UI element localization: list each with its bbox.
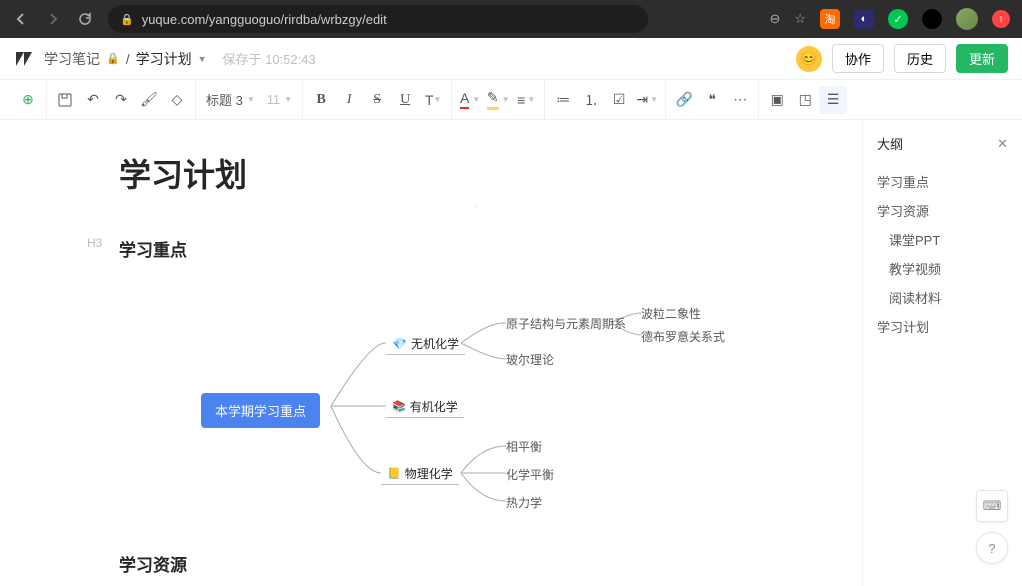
section-heading-1[interactable]: H3 学习重点 xyxy=(111,236,751,261)
mindmap-leaf[interactable]: 热力学 xyxy=(506,494,542,511)
outline-item[interactable]: 课堂PPT xyxy=(877,225,1008,254)
undo-button[interactable]: ↶ xyxy=(79,86,107,114)
font-size-dropdown[interactable]: 11▼ xyxy=(261,92,298,107)
back-button[interactable] xyxy=(12,10,30,28)
forward-button[interactable] xyxy=(44,10,62,28)
unordered-list-button[interactable]: ≔ xyxy=(549,86,577,114)
extension-icon-5[interactable]: ↑ xyxy=(992,10,1010,28)
add-block-button[interactable]: ⊕ xyxy=(14,86,42,114)
mindmap-leaf[interactable]: 原子结构与元素周期系 xyxy=(506,315,626,332)
keyboard-shortcut-button[interactable]: ⌨ xyxy=(976,490,1008,522)
section-heading-2[interactable]: 学习资源 xyxy=(111,551,751,576)
strikethrough-button[interactable]: S xyxy=(363,86,391,114)
outline-item[interactable]: 阅读材料 xyxy=(877,283,1008,312)
profile-avatar[interactable] xyxy=(956,8,978,30)
mindmap-leaf[interactable]: 波粒二象性 xyxy=(641,305,701,322)
extension-icon-2[interactable]: ◐ xyxy=(854,9,874,29)
align-button[interactable]: ≡▼ xyxy=(512,86,540,114)
outline-toggle-button[interactable]: ☰ xyxy=(819,86,847,114)
mindmap-root-node[interactable]: 本学期学习重点 xyxy=(201,393,320,428)
image-button[interactable]: ▣ xyxy=(763,86,791,114)
url-text: yuque.com/yangguoguo/rirdba/wrbzgy/edit xyxy=(142,12,387,27)
heading-dropdown[interactable]: 标题 3▼ xyxy=(200,90,261,109)
quote-button[interactable]: ❝ xyxy=(698,86,726,114)
mindmap-leaf[interactable]: 相平衡 xyxy=(506,438,542,455)
ordered-list-button[interactable]: ⒈ xyxy=(577,86,605,114)
breadcrumb: 学习笔记 🔒 / 学习计划 ▼ xyxy=(44,49,207,69)
help-button[interactable]: ? xyxy=(976,532,1008,564)
lock-icon: 🔒 xyxy=(120,13,134,26)
underline-button[interactable]: U xyxy=(391,86,419,114)
lock-small-icon: 🔒 xyxy=(106,52,120,65)
outline-item[interactable]: 教学视频 xyxy=(877,254,1008,283)
mindmap-branch-1[interactable]: 💎无机化学 xyxy=(386,333,465,355)
outline-title: 大纲 xyxy=(877,134,903,153)
collaborate-button[interactable]: 协作 xyxy=(832,44,884,73)
chevron-down-icon[interactable]: ▼ xyxy=(198,54,207,64)
zoom-icon[interactable]: ⊖ xyxy=(769,11,780,27)
mindmap-block[interactable]: 本学期学习重点 💎无机化学 📚有机化学 📒物理化学 原子结构与元素周期系 玻尔理… xyxy=(111,281,751,521)
italic-button[interactable]: I xyxy=(335,86,363,114)
bookmark-star-icon[interactable]: ☆ xyxy=(794,11,806,27)
page-title[interactable]: 学习计划 xyxy=(111,150,751,196)
mindmap-leaf[interactable]: 德布罗意关系式 xyxy=(641,328,725,345)
clear-format-button[interactable]: ◇ xyxy=(163,86,191,114)
text-color-button[interactable]: A▼ xyxy=(456,86,484,114)
user-avatar-badge[interactable]: 😊 xyxy=(796,46,822,72)
attach-button[interactable]: ◳ xyxy=(791,86,819,114)
close-icon[interactable]: ✕ xyxy=(997,136,1008,152)
text-cursor-icon xyxy=(475,196,476,216)
indent-button[interactable]: ⇥▼ xyxy=(633,86,661,114)
update-button[interactable]: 更新 xyxy=(956,44,1008,73)
mindmap-branch-3[interactable]: 📒物理化学 xyxy=(381,463,459,485)
format-painter-button[interactable]: 🖌 xyxy=(135,86,163,114)
extension-icon-1[interactable]: 淘 xyxy=(820,9,840,29)
outline-item[interactable]: 学习计划 xyxy=(877,312,1008,341)
extension-icon-4[interactable] xyxy=(922,9,942,29)
reload-button[interactable] xyxy=(76,10,94,28)
mindmap-leaf[interactable]: 化学平衡 xyxy=(506,466,554,483)
outline-item[interactable]: 学习资源 xyxy=(877,196,1008,225)
redo-button[interactable]: ↷ xyxy=(107,86,135,114)
mindmap-branch-2[interactable]: 📚有机化学 xyxy=(386,396,464,418)
mindmap-leaf[interactable]: 玻尔理论 xyxy=(506,351,554,368)
sup-sub-button[interactable]: T▼ xyxy=(419,86,447,114)
breadcrumb-current[interactable]: 学习计划 xyxy=(136,49,192,69)
link-button[interactable]: 🔗 xyxy=(670,86,698,114)
save-status: 保存于 10:52:43 xyxy=(223,49,316,68)
breadcrumb-parent[interactable]: 学习笔记 xyxy=(44,49,100,69)
checklist-button[interactable]: ☑ xyxy=(605,86,633,114)
heading-level-badge: H3 xyxy=(87,236,102,250)
outline-item[interactable]: 学习重点 xyxy=(877,167,1008,196)
save-icon-button[interactable] xyxy=(51,86,79,114)
extension-icon-3[interactable]: ✓ xyxy=(888,9,908,29)
bold-button[interactable]: B xyxy=(307,86,335,114)
more-button[interactable]: ⋯ xyxy=(726,86,754,114)
history-button[interactable]: 历史 xyxy=(894,44,946,73)
highlight-button[interactable]: ✎▼ xyxy=(484,86,512,114)
url-bar[interactable]: 🔒 yuque.com/yangguoguo/rirdba/wrbzgy/edi… xyxy=(108,5,648,33)
app-logo-icon[interactable] xyxy=(14,50,34,68)
